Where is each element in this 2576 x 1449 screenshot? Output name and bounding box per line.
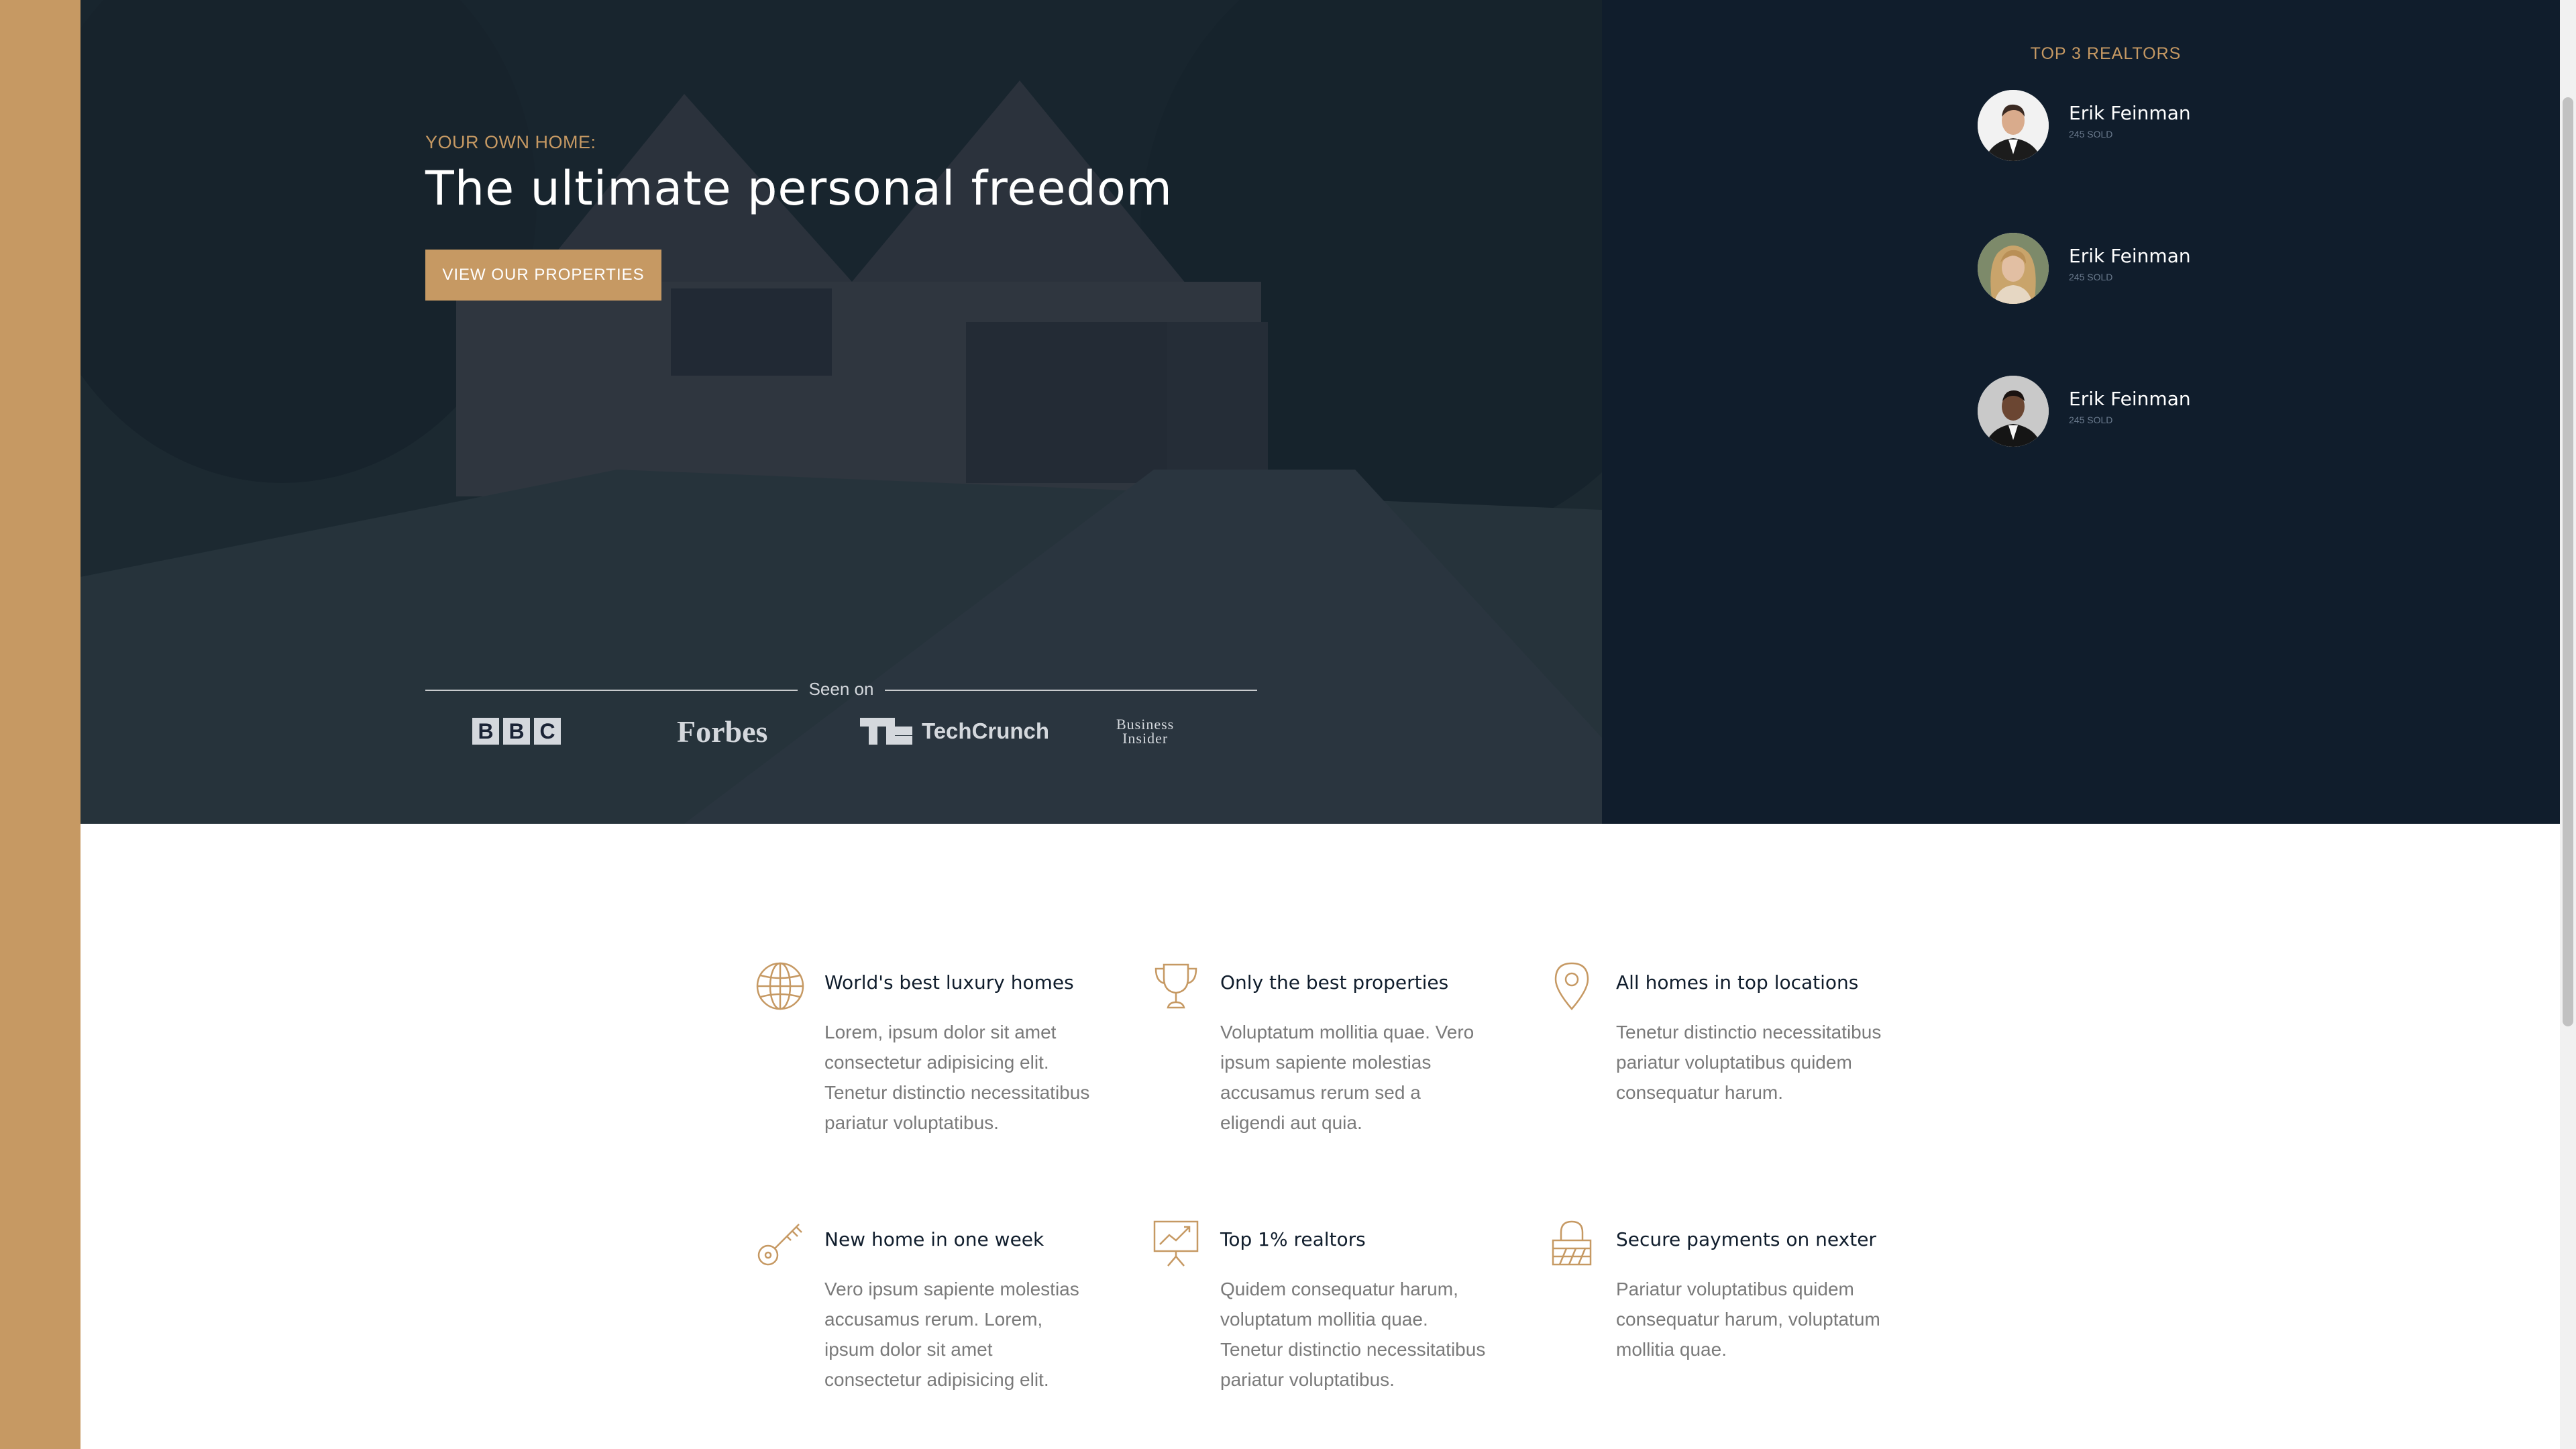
scrollbar[interactable] [2560,0,2576,1449]
realtor-sold: 245 sold [2069,415,2113,425]
scrollbar-thumb[interactable] [2563,97,2573,1026]
view-properties-button[interactable]: View our properties [425,250,661,301]
realtor-name: Erik Feinman [2069,102,2191,124]
realtor-sold: 245 sold [2069,272,2113,282]
realtor-portrait-icon [1978,376,2049,447]
realtor-avatar [1978,376,2049,447]
realtor-avatar [1978,90,2049,161]
press-logos: B B C Forbes TechCrunch Business Insider [425,711,1257,751]
feature-text: Tenetur distinctio necessitatibus pariat… [1616,1022,1882,1103]
realtor-sold: 245 sold [2069,129,2113,140]
view-properties-label: View our properties [442,266,645,284]
feature-title: New home in one week [824,1228,1044,1250]
realtor-name: Erik Feinman [2069,245,2191,267]
feature-title: World's best luxury homes [824,971,1074,994]
presentation-chart-icon [1150,1218,1201,1269]
feature-title: Only the best properties [1220,971,1449,994]
forbes-logo: Forbes [677,714,768,749]
bbc-logo: B B C [472,711,561,751]
feature-title: Secure payments on nexter [1616,1228,1876,1250]
feature-text: Pariatur voluptatibus quidem consequatur… [1616,1279,1880,1360]
feature-title: All homes in top locations [1616,971,1859,994]
realtor-item[interactable]: Erik Feinman 245 sold [1978,233,2313,307]
realtors-title: Top 3 Realtors [2030,44,2182,63]
realtor-portrait-icon [1978,90,2049,161]
map-pin-icon [1546,961,1597,1012]
hero-heading: The ultimate personal freedom [425,161,1173,216]
seen-on-divider: Seen on [425,674,1257,707]
feature-text: Quidem consequatur harum, voluptatum mol… [1220,1279,1486,1390]
realtor-item[interactable]: Erik Feinman 245 sold [1978,376,2313,449]
key-icon [755,1218,806,1269]
sidebar-strip [0,0,80,1449]
realtor-portrait-icon [1978,233,2049,304]
techcrunch-logo: TechCrunch [860,711,1049,751]
trophy-icon [1150,961,1201,1012]
realtor-item[interactable]: Erik Feinman 245 sold [1978,90,2313,164]
business-insider-logo: Business Insider [1116,716,1175,747]
techcrunch-mark-icon [860,718,912,745]
feature-text: Voluptatum mollitia quae. Vero ipsum sap… [1220,1022,1474,1133]
top-realtors-panel: Top 3 Realtors Erik Feinman 245 sold Er [1602,0,2560,824]
seen-on-label: Seen on [808,679,874,699]
hero-subtitle: Your own home: [425,132,596,152]
seen-on-line-left [425,690,798,691]
lock-icon [1546,1218,1597,1269]
feature-title: Top 1% realtors [1220,1228,1366,1250]
seen-on-line-right [885,690,1257,691]
feature-text: Lorem, ipsum dolor sit amet consectetur … [824,1022,1090,1133]
realtor-name: Erik Feinman [2069,388,2191,410]
feature-text: Vero ipsum sapiente molestias accusamus … [824,1279,1079,1390]
hero-section: Your own home: The ultimate personal fre… [80,0,1602,824]
realtor-avatar [1978,233,2049,304]
globe-icon [755,961,806,1012]
